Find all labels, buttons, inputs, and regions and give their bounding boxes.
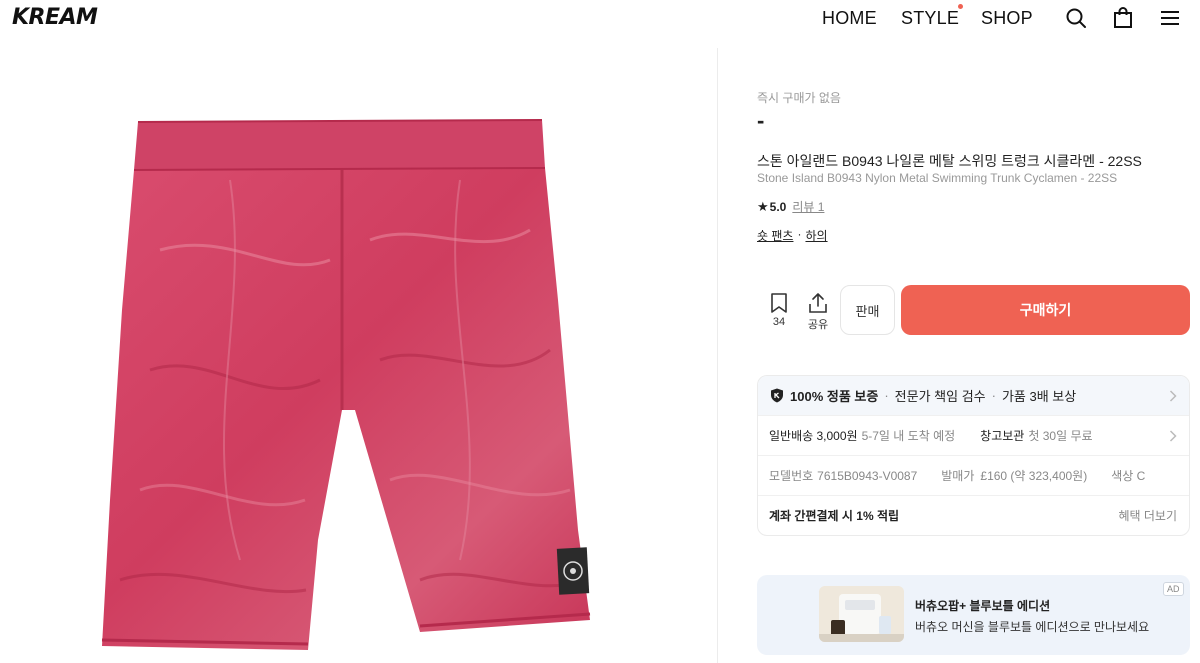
price-value: -	[757, 108, 765, 133]
ad-title: 버츄오팝+ 블루보틀 에디션	[915, 599, 1051, 613]
menu-icon[interactable]	[1159, 7, 1181, 29]
shield-icon	[771, 388, 783, 403]
search-icon[interactable]	[1065, 7, 1087, 29]
star-icon: ★	[757, 198, 769, 214]
nav-style[interactable]: STYLE	[901, 8, 959, 29]
shipping-eta: 5-7일 내 도착 예정	[861, 429, 956, 443]
storage-label: 창고보관	[980, 429, 1025, 443]
save-button[interactable]: 34	[767, 292, 791, 328]
benefit-more-link[interactable]: 혜택 더보기	[1118, 507, 1177, 524]
buy-button[interactable]: 구매하기	[901, 285, 1190, 335]
share-label: 공유	[807, 319, 829, 331]
product-info-box: 100% 정품 보증 · 전문가 책임 검수 · 가품 3배 보상 일반배송 3…	[757, 375, 1190, 536]
color-label: 색상 C	[1111, 469, 1146, 483]
review-link[interactable]: 리뷰 1	[792, 198, 824, 215]
product-name-korean: 스톤 아일랜드 B0943 나일론 메탈 스위밍 트렁크 시클라멘 - 22SS	[757, 153, 1142, 169]
guarantee-title: 100% 정품 보증	[790, 389, 879, 404]
bookmark-icon	[771, 293, 787, 313]
kream-logo[interactable]: KREAM	[12, 5, 98, 30]
separator: ·	[991, 388, 996, 403]
category-separator: ·	[797, 227, 802, 241]
rating: ★ 5.0 리뷰 1	[757, 198, 824, 215]
nav-home[interactable]: HOME	[822, 8, 877, 29]
save-count: 34	[772, 316, 786, 328]
payment-benefit-row[interactable]: 계좌 간편결제 시 1% 적립 혜택 더보기	[758, 495, 1189, 535]
product-name-english: Stone Island B0943 Nylon Metal Swimming …	[757, 171, 1118, 185]
ad-subtitle: 버츄오 머신을 블루보틀 에디션으로 만나보세요	[915, 620, 1150, 634]
ad-thumbnail	[819, 586, 904, 642]
nav-shop[interactable]: SHOP	[981, 8, 1033, 29]
category-link-bottoms[interactable]: 하의	[805, 227, 827, 244]
separator: ·	[884, 388, 889, 403]
column-divider	[717, 48, 718, 663]
shipping-label: 일반배송 3,000원	[769, 429, 858, 443]
category-breadcrumb: 숏 팬츠 · 하의	[757, 227, 828, 244]
benefit-text: 계좌 간편결제 시 1% 적립	[769, 509, 900, 523]
release-price-value: £160 (약 323,400원)	[980, 469, 1088, 483]
share-button[interactable]: 공유	[806, 292, 830, 332]
product-details-row: 모델번호 7615B0943-V0087 발매가 £160 (약 323,400…	[758, 455, 1189, 495]
rating-score: 5.0	[769, 199, 787, 214]
price-label: 즉시 구매가 없음	[757, 91, 841, 105]
share-icon	[809, 293, 827, 313]
chevron-right-icon	[1169, 429, 1177, 442]
model-number-label: 모델번호	[769, 469, 814, 483]
product-image	[80, 110, 610, 655]
model-number-value: 7615B0943-V0087	[817, 468, 918, 483]
authenticity-guarantee-row[interactable]: 100% 정품 보증 · 전문가 책임 검수 · 가품 3배 보상	[758, 376, 1189, 415]
ad-badge: AD	[1163, 582, 1184, 596]
category-link-short-pants[interactable]: 숏 팬츠	[757, 227, 793, 244]
shopping-bag-icon[interactable]	[1112, 7, 1134, 29]
guarantee-compensation: 가품 3배 보상	[1001, 389, 1077, 404]
sell-button[interactable]: 판매	[840, 285, 895, 335]
site-header: KREAM HOME STYLE SHOP	[0, 0, 1200, 36]
shipping-row[interactable]: 일반배송 3,000원 5-7일 내 도착 예정 창고보관 첫 30일 무료	[758, 415, 1189, 455]
ad-banner[interactable]: 버츄오팝+ 블루보틀 에디션 버츄오 머신을 블루보틀 에디션으로 만나보세요 …	[757, 575, 1190, 655]
chevron-right-icon	[1169, 389, 1177, 402]
release-price-label: 발매가	[941, 469, 975, 483]
nav-style-new-dot	[958, 4, 963, 9]
guarantee-inspection: 전문가 책임 검수	[894, 389, 986, 404]
storage-desc: 첫 30일 무료	[1028, 429, 1093, 443]
